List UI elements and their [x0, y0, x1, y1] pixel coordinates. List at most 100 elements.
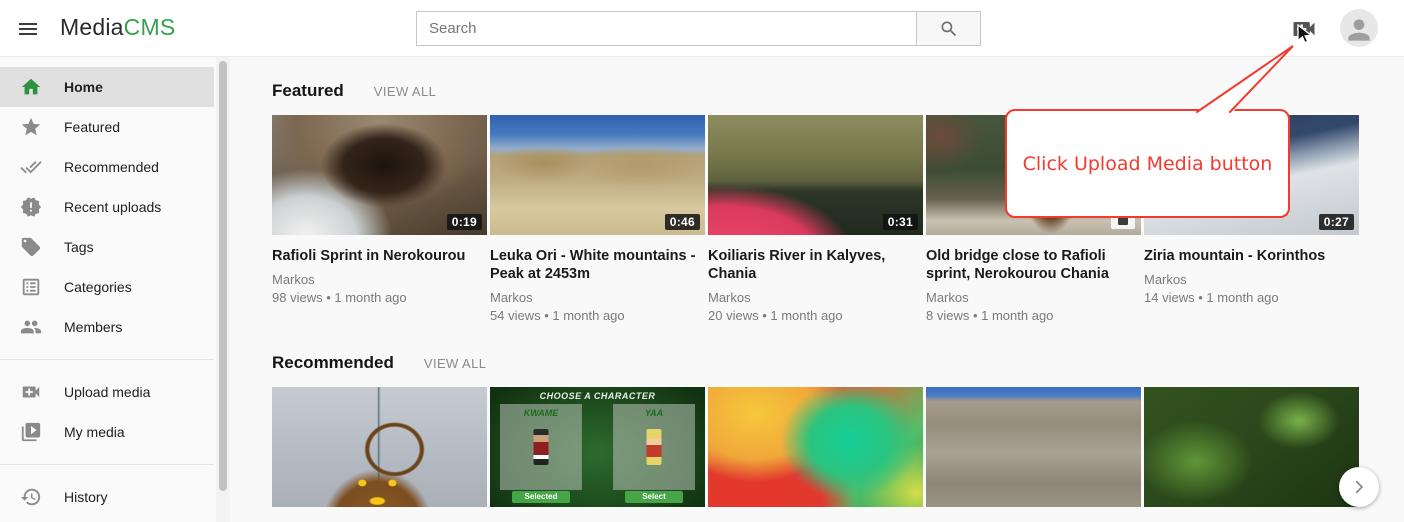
game-selected-button: Selected: [512, 491, 570, 503]
recommended-section-header: Recommended VIEW ALL: [272, 353, 1404, 373]
sidebar-item-history[interactable]: History: [0, 477, 214, 517]
media-meta: 8 views • 1 month ago: [926, 308, 1141, 323]
sidebar-item-home[interactable]: Home: [0, 67, 214, 107]
search-input[interactable]: [416, 11, 917, 46]
media-author[interactable]: Markos: [272, 272, 487, 287]
video-thumbnail[interactable]: 0:31: [708, 115, 923, 235]
history-icon: [20, 486, 42, 508]
logo-media-text: Media: [60, 14, 124, 40]
sidebar-item-label: Featured: [64, 119, 120, 135]
sidebar-item-label: History: [64, 489, 108, 505]
sidebar: Home Featured Recommended Recent uploads…: [0, 57, 214, 522]
sidebar-item-label: My media: [64, 424, 125, 440]
duration-badge: 0:46: [665, 214, 700, 230]
search-bar: [416, 11, 981, 46]
game-thumb-panels: KWAME Selected YAA Select: [500, 404, 695, 507]
sidebar-divider: [0, 464, 214, 465]
tag-icon: [20, 236, 42, 258]
game-character-name: YAA: [614, 408, 694, 418]
sidebar-item-recent-uploads[interactable]: Recent uploads: [0, 187, 214, 227]
video-thumbnail[interactable]: 0:46: [490, 115, 705, 235]
media-title: Old bridge close to Rafioli sprint, Nero…: [926, 247, 1141, 283]
duration-badge: 0:31: [883, 214, 918, 230]
sidebar-scrollbar-track: [216, 57, 230, 522]
user-avatar[interactable]: [1340, 9, 1378, 47]
media-title: Leuka Ori - White mountains - Peak at 24…: [490, 247, 705, 283]
media-author[interactable]: Markos: [1144, 272, 1359, 287]
media-title: Ziria mountain - Korinthos: [1144, 247, 1359, 265]
video-library-icon: [20, 421, 42, 443]
sidebar-item-recommended[interactable]: Recommended: [0, 147, 214, 187]
mediacms-logo[interactable]: MediaCMS: [60, 14, 175, 41]
new-releases-icon: [20, 196, 42, 218]
media-author[interactable]: Markos: [490, 290, 705, 305]
media-card[interactable]: [926, 387, 1141, 507]
people-icon: [20, 316, 42, 338]
chevron-right-icon: [1350, 478, 1368, 496]
video-thumbnail[interactable]: [1144, 387, 1359, 507]
sidebar-item-tags[interactable]: Tags: [0, 227, 214, 267]
sidebar-item-label: Home: [64, 79, 103, 95]
duration-badge: 0:27: [1319, 214, 1354, 230]
media-meta: 54 views • 1 month ago: [490, 308, 705, 323]
sidebar-item-featured[interactable]: Featured: [0, 107, 214, 147]
done-all-icon: [20, 156, 42, 178]
recommended-cards-row: CHOOSE A CHARACTER KWAME Selected YAA Se…: [272, 387, 1404, 507]
search-button[interactable]: [917, 11, 981, 46]
tutorial-callout-bubble: Click Upload Media button: [1005, 109, 1290, 218]
sidebar-item-label: Upload media: [64, 384, 150, 400]
video-thumbnail[interactable]: CHOOSE A CHARACTER KWAME Selected YAA Se…: [490, 387, 705, 507]
video-thumbnail[interactable]: [708, 387, 923, 507]
callout-text: Click Upload Media button: [1023, 153, 1273, 175]
game-character-name: KWAME: [501, 408, 581, 418]
game-thumb-heading: CHOOSE A CHARACTER: [490, 391, 705, 401]
categories-icon: [20, 276, 42, 298]
star-icon: [20, 116, 42, 138]
sidebar-item-upload-media[interactable]: Upload media: [0, 372, 214, 412]
media-author[interactable]: Markos: [926, 290, 1141, 305]
sidebar-item-categories[interactable]: Categories: [0, 267, 214, 307]
sidebar-scrollbar-thumb[interactable]: [219, 61, 227, 491]
media-card[interactable]: 0:46 Leuka Ori - White mountains - Peak …: [490, 115, 705, 323]
sidebar-item-label: Tags: [64, 239, 94, 255]
featured-view-all-link[interactable]: VIEW ALL: [374, 84, 436, 99]
home-icon: [20, 76, 42, 98]
video-thumbnail[interactable]: [926, 387, 1141, 507]
sidebar-item-label: Members: [64, 319, 122, 335]
sidebar-item-my-media[interactable]: My media: [0, 412, 214, 452]
sidebar-item-label: Recommended: [64, 159, 159, 175]
callout-tail-pointer: [1180, 40, 1310, 115]
section-title: Featured: [272, 81, 344, 101]
search-icon: [939, 19, 959, 39]
media-title: Koiliaris River in Kalyves, Chania: [708, 247, 923, 283]
logo-cms-text: CMS: [124, 14, 176, 40]
recommended-view-all-link[interactable]: VIEW ALL: [424, 356, 486, 371]
hamburger-menu-icon[interactable]: [14, 16, 42, 42]
media-card[interactable]: [272, 387, 487, 507]
sidebar-item-label: Recent uploads: [64, 199, 161, 215]
media-meta: 14 views • 1 month ago: [1144, 290, 1359, 305]
section-title: Recommended: [272, 353, 394, 373]
game-character-sprite: [534, 429, 549, 465]
media-card[interactable]: [1144, 387, 1359, 507]
media-card[interactable]: 0:31 Koiliaris River in Kalyves, Chania …: [708, 115, 923, 323]
video-call-icon: [20, 381, 42, 403]
sidebar-item-members[interactable]: Members: [0, 307, 214, 347]
media-card[interactable]: CHOOSE A CHARACTER KWAME Selected YAA Se…: [490, 387, 705, 507]
game-character-sprite: [647, 429, 662, 465]
mouse-cursor: [1297, 24, 1317, 46]
media-title: Rafioli Sprint in Nerokourou: [272, 247, 487, 265]
media-card[interactable]: [708, 387, 923, 507]
game-select-button: Select: [625, 491, 683, 503]
video-thumbnail[interactable]: 0:19: [272, 115, 487, 235]
duration-badge: 0:19: [447, 214, 482, 230]
media-meta: 20 views • 1 month ago: [708, 308, 923, 323]
media-author[interactable]: Markos: [708, 290, 923, 305]
media-meta: 98 views • 1 month ago: [272, 290, 487, 305]
person-icon: [1343, 14, 1375, 46]
media-card[interactable]: 0:19 Rafioli Sprint in Nerokourou Markos…: [272, 115, 487, 323]
video-thumbnail[interactable]: [272, 387, 487, 507]
game-character-panel: KWAME Selected: [500, 404, 582, 490]
carousel-next-button[interactable]: [1339, 467, 1379, 507]
game-character-panel: YAA Select: [613, 404, 695, 490]
